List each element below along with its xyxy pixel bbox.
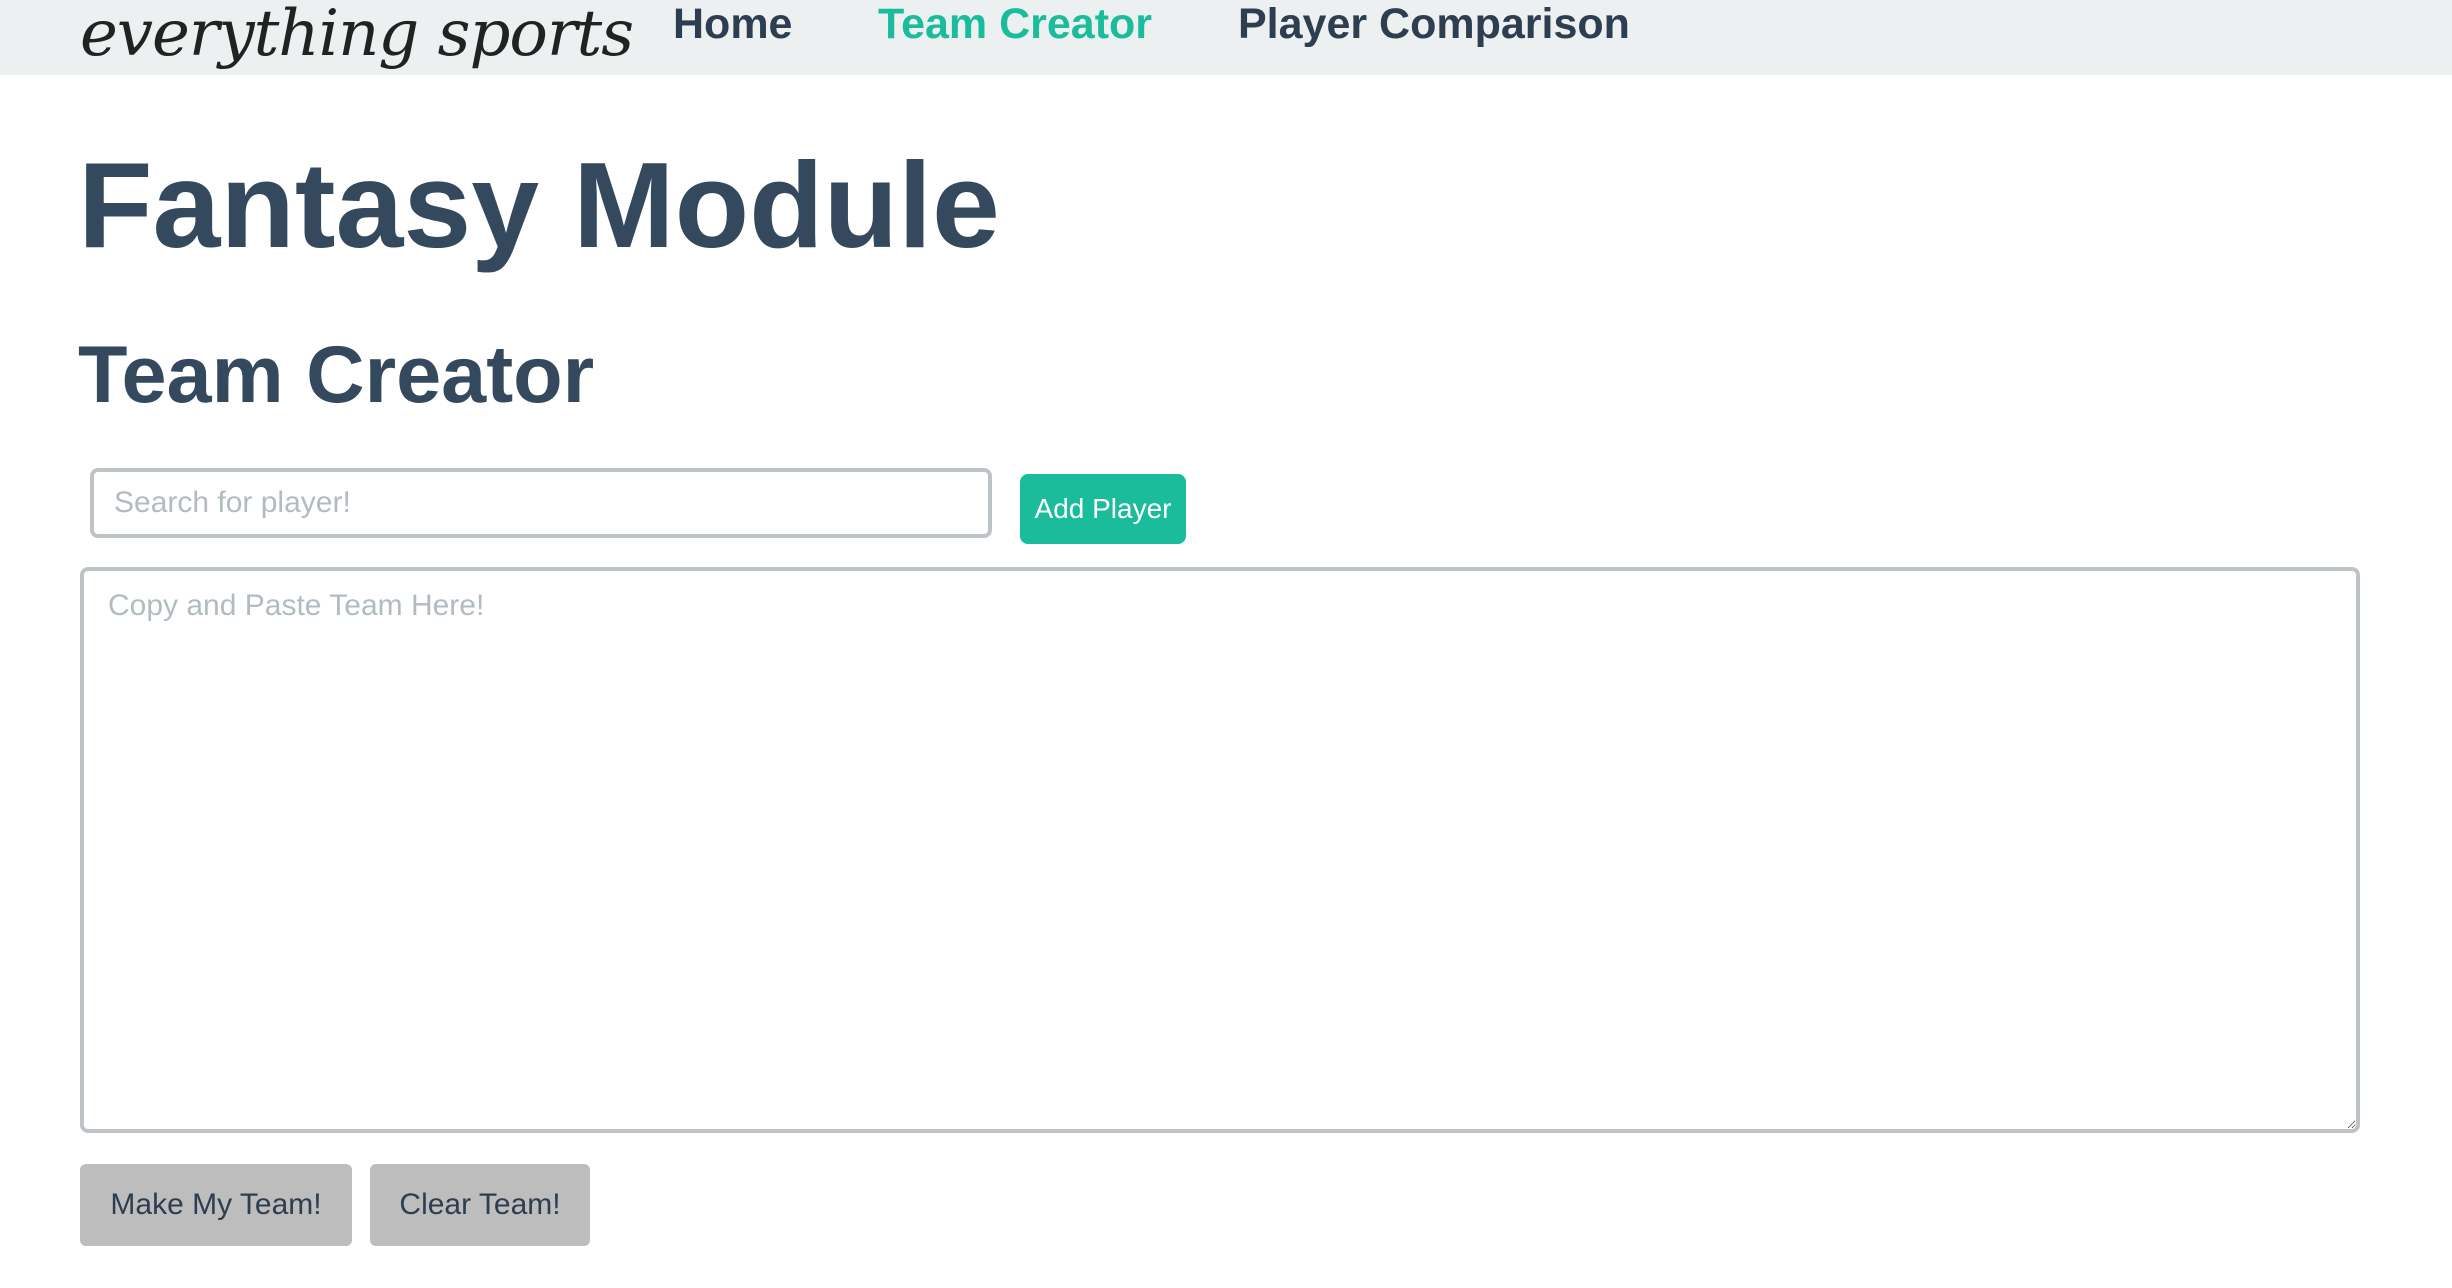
add-player-button[interactable]: Add Player <box>1020 474 1186 544</box>
top-navbar: everything sports Home Team Creator Play… <box>0 0 2452 75</box>
brand-logo[interactable]: everything sports <box>80 2 634 66</box>
nav-link-player-comparison[interactable]: Player Comparison <box>1238 0 1630 48</box>
player-search-input[interactable] <box>90 468 992 538</box>
page-title: Fantasy Module <box>78 137 1000 273</box>
make-my-team-button[interactable]: Make My Team! <box>80 1164 352 1246</box>
nav-link-home[interactable]: Home <box>673 0 792 48</box>
nav-link-team-creator[interactable]: Team Creator <box>878 0 1152 48</box>
team-paste-textarea[interactable] <box>80 567 2360 1133</box>
section-title: Team Creator <box>78 330 595 420</box>
clear-team-button[interactable]: Clear Team! <box>370 1164 590 1246</box>
